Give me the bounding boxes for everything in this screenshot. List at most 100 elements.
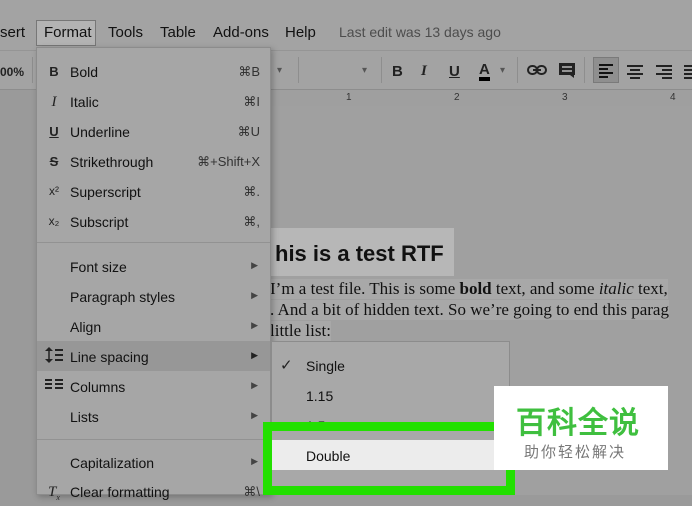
- submenu-item-label: 1.15: [306, 388, 334, 404]
- menu-separator: [37, 242, 270, 243]
- bold-text: bold: [459, 279, 492, 298]
- menu-item-label: Strikethrough: [70, 154, 154, 170]
- paragraph-line-3[interactable]: little list:: [270, 321, 331, 341]
- menu-item-align[interactable]: Align ▶: [37, 311, 270, 341]
- menu-item-label: Lists: [70, 409, 99, 425]
- comment-icon[interactable]: [558, 62, 576, 84]
- menu-item-columns[interactable]: Columns ▶: [37, 371, 270, 401]
- menu-item-capitalization[interactable]: Capitalization ▶: [37, 447, 270, 477]
- menu-item-shortcut: ⌘.: [243, 184, 260, 199]
- link-icon[interactable]: [527, 63, 547, 82]
- menu-table[interactable]: Table: [160, 24, 196, 41]
- menu-insert[interactable]: sert: [0, 24, 25, 41]
- italic-icon: I: [51, 94, 57, 110]
- paragraph-line-1[interactable]: I’m a test file. This is some bold text,…: [270, 279, 668, 299]
- submenu-arrow-icon: ▶: [251, 290, 258, 300]
- underline-button[interactable]: U: [449, 63, 460, 80]
- paragraph-text: I’m a test file. This is some: [270, 279, 460, 298]
- menu-item-line-spacing[interactable]: Line spacing ▶: [37, 341, 270, 371]
- submenu-item-label: Single: [306, 358, 345, 374]
- format-menu: B Bold ⌘B I Italic ⌘I U Underline ⌘U S S…: [36, 47, 271, 502]
- menu-item-lists[interactable]: Lists ▶: [37, 401, 270, 431]
- document-title[interactable]: his is a test RTF: [275, 241, 444, 267]
- checkmark-icon: ✓: [280, 357, 293, 374]
- menu-format[interactable]: Format: [44, 24, 92, 41]
- menu-item-label: Underline: [70, 124, 130, 140]
- menu-item-shortcut: ⌘\: [243, 484, 260, 499]
- menu-item-superscript[interactable]: x² Superscript ⌘.: [37, 176, 270, 206]
- menu-item-subscript[interactable]: x₂ Subscript ⌘,: [37, 206, 270, 236]
- menu-bar: sert Format Tools Table Add-ons Help Las…: [0, 0, 692, 50]
- bold-button[interactable]: B: [392, 63, 403, 80]
- menu-item-bold[interactable]: B Bold ⌘B: [37, 56, 270, 86]
- columns-icon: [45, 378, 63, 395]
- menu-item-shortcut: ⌘B: [238, 64, 260, 79]
- menu-item-shortcut: ⌘I: [243, 94, 260, 109]
- menu-item-label: Font size: [70, 259, 127, 275]
- menu-tools[interactable]: Tools: [108, 24, 143, 41]
- menu-item-label: Paragraph styles: [70, 289, 176, 305]
- align-right-icon[interactable]: [655, 64, 673, 85]
- toolbar-divider: [584, 57, 585, 83]
- menu-help[interactable]: Help: [285, 24, 316, 41]
- align-left-icon: [599, 64, 613, 78]
- toolbar-divider: [298, 57, 299, 83]
- green-highlight-frame: [263, 422, 515, 495]
- last-edit-status[interactable]: Last edit was 13 days ago: [339, 24, 501, 40]
- menu-item-strikethrough[interactable]: S Strikethrough ⌘+Shift+X: [37, 146, 270, 176]
- ruler-mark: 2: [454, 92, 460, 103]
- align-center-icon[interactable]: [626, 64, 644, 85]
- toolbar-divider: [517, 57, 518, 83]
- menu-item-label: Clear formatting: [70, 484, 170, 500]
- italic-button[interactable]: I: [421, 63, 427, 80]
- line-spacing-1-15[interactable]: 1.15: [272, 380, 509, 410]
- paragraph-text: text, and some: [491, 279, 599, 298]
- menu-item-label: Line spacing: [70, 349, 149, 365]
- zoom-select[interactable]: 00%: [0, 65, 24, 79]
- menu-item-font-size[interactable]: Font size ▶: [37, 251, 270, 281]
- submenu-arrow-icon: ▶: [251, 380, 258, 390]
- font-size-dropdown-arrow-icon[interactable]: ▾: [362, 65, 367, 76]
- ruler-mark: 3: [562, 92, 568, 103]
- submenu-arrow-icon: ▶: [251, 260, 258, 270]
- menu-item-italic[interactable]: I Italic ⌘I: [37, 86, 270, 116]
- menu-item-label: Align: [70, 319, 102, 335]
- paragraph-line-2[interactable]: . And a bit of hidden text. So we’re goi…: [270, 300, 669, 320]
- toolbar-divider: [32, 57, 33, 83]
- justify-icon[interactable]: [684, 64, 692, 85]
- menu-item-label: Subscript: [70, 214, 129, 230]
- bold-icon: B: [49, 64, 59, 79]
- submenu-arrow-icon: ▶: [251, 350, 258, 360]
- menu-item-shortcut: ⌘U: [237, 124, 260, 139]
- clear-formatting-icon: Tx: [48, 484, 60, 502]
- strikethrough-icon: S: [49, 154, 59, 169]
- watermark-slogan: 助你轻松解决: [524, 444, 627, 461]
- font-dropdown-arrow-icon[interactable]: ▾: [277, 65, 282, 76]
- underline-icon: U: [49, 124, 59, 139]
- watermark-logo-text: 百科全说: [516, 407, 640, 440]
- text-color-arrow-icon[interactable]: ▾: [500, 65, 505, 76]
- menu-item-underline[interactable]: U Underline ⌘U: [37, 116, 270, 146]
- align-left-button[interactable]: [593, 57, 619, 83]
- line-spacing-icon: [45, 347, 63, 366]
- toolbar-divider: [381, 57, 382, 83]
- submenu-arrow-icon: ▶: [251, 320, 258, 330]
- submenu-arrow-icon: ▶: [251, 456, 258, 466]
- submenu-arrow-icon: ▶: [251, 410, 258, 420]
- menu-item-label: Italic: [70, 94, 99, 110]
- menu-item-label: Capitalization: [70, 455, 155, 471]
- ruler[interactable]: 1 2 3 4: [270, 90, 692, 107]
- menu-item-clear-formatting[interactable]: Tx Clear formatting ⌘\: [37, 476, 270, 506]
- line-spacing-single[interactable]: ✓ Single: [272, 350, 509, 380]
- menu-item-label: Superscript: [70, 184, 141, 200]
- menu-item-label: Bold: [70, 64, 99, 80]
- menu-item-shortcut: ⌘,: [243, 214, 260, 229]
- ruler-mark: 4: [670, 92, 676, 103]
- superscript-icon: x²: [49, 184, 59, 198]
- italic-text: italic: [598, 279, 634, 298]
- text-color-button[interactable]: A: [479, 62, 490, 81]
- menu-item-label: Columns: [70, 379, 126, 395]
- menu-item-paragraph-styles[interactable]: Paragraph styles ▶: [37, 281, 270, 311]
- menu-separator: [37, 439, 270, 440]
- menu-addons[interactable]: Add-ons: [213, 24, 269, 41]
